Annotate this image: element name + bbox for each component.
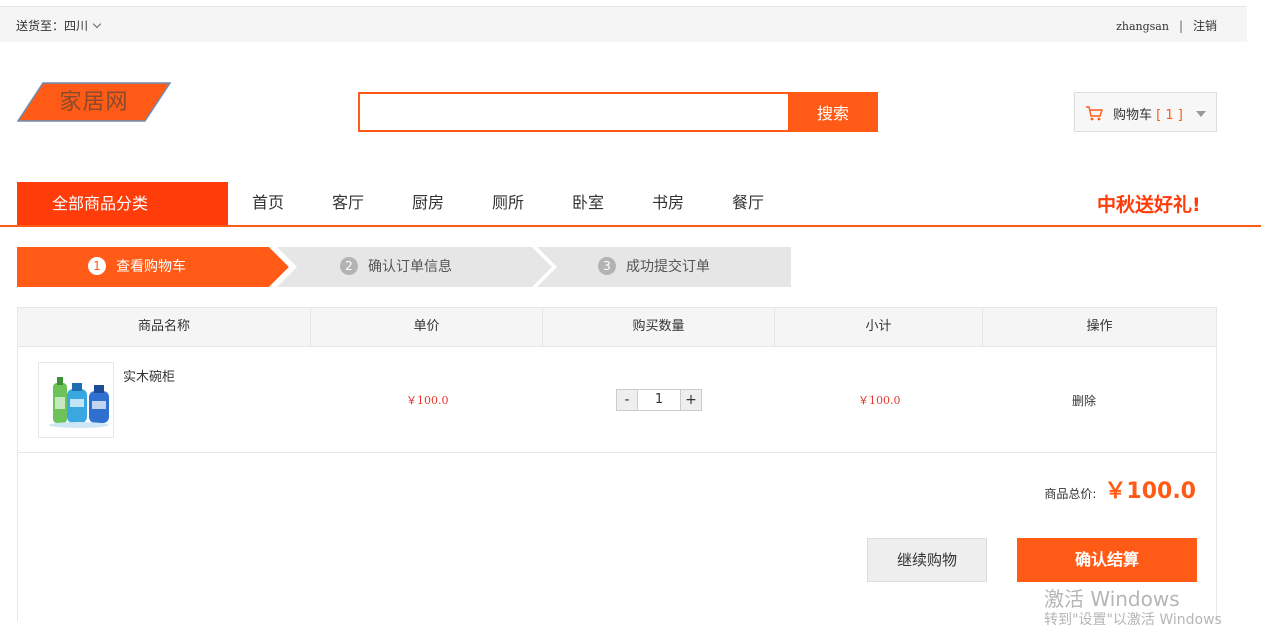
subtotal: ￥100.0 bbox=[858, 394, 901, 407]
column-header-subtotal: 小计 bbox=[775, 308, 983, 346]
column-header-quantity: 购买数量 bbox=[543, 308, 775, 346]
step-number: 2 bbox=[340, 257, 358, 275]
logo-text: 家居网 bbox=[59, 90, 129, 115]
separator: | bbox=[1178, 19, 1183, 33]
nav-divider bbox=[0, 225, 1261, 227]
username-link[interactable]: zhangsan bbox=[1116, 20, 1169, 33]
user-links: zhangsan | 注销 bbox=[1116, 17, 1217, 34]
checkout-button[interactable]: 确认结算 bbox=[1017, 538, 1197, 582]
nav-home[interactable]: 首页 bbox=[228, 182, 308, 226]
step-view-cart: 1 查看购物车 bbox=[17, 247, 289, 287]
nav-dining-room[interactable]: 餐厅 bbox=[708, 182, 788, 226]
column-header-name: 商品名称 bbox=[18, 308, 311, 346]
product-thumbnail[interactable] bbox=[38, 362, 114, 438]
continue-shopping-button[interactable]: 继续购物 bbox=[867, 538, 987, 582]
step-number: 1 bbox=[88, 257, 106, 275]
chevron-down-icon bbox=[92, 19, 102, 29]
cart-label: 购物车 bbox=[1113, 108, 1153, 123]
cart-count: [ 1 ] bbox=[1156, 108, 1183, 123]
top-bar: 送货至：四川 zhangsan | 注销 bbox=[0, 6, 1247, 42]
total-price: 商品总价: ￥100.0 bbox=[1044, 473, 1196, 505]
quantity-input[interactable]: 1 bbox=[638, 389, 680, 411]
step-number: 3 bbox=[598, 257, 616, 275]
search-bar: 搜索 bbox=[358, 92, 878, 132]
site-logo[interactable]: 家居网 bbox=[16, 82, 172, 122]
step-confirm-order: 2 确认订单信息 bbox=[279, 247, 545, 287]
main-nav: 首页 客厅 厨房 厕所 卧室 书房 餐厅 bbox=[228, 182, 788, 226]
promo-banner[interactable]: 中秋送好礼! bbox=[1097, 190, 1201, 217]
product-image bbox=[49, 377, 109, 428]
unit-price: ￥100.0 bbox=[406, 394, 449, 407]
increase-quantity-button[interactable]: + bbox=[680, 389, 702, 411]
windows-activation-watermark: 激活 Windows bbox=[1044, 587, 1180, 611]
nav-living-room[interactable]: 客厅 bbox=[308, 182, 388, 226]
step-label: 成功提交订单 bbox=[626, 259, 710, 275]
windows-activation-hint: 转到"设置"以激活 Windows bbox=[1044, 612, 1222, 628]
column-header-action: 操作 bbox=[1086, 319, 1113, 334]
cart-label-wrap: 购物车 [ 1 ] bbox=[1113, 104, 1183, 123]
logout-link[interactable]: 注销 bbox=[1193, 19, 1217, 33]
cart-table: 商品名称 单价 购买数量 小计 操作 实木碗柜 ￥100.0 - 1 + ￥10… bbox=[17, 307, 1217, 621]
ship-to-selector[interactable]: 送货至：四川 bbox=[16, 17, 102, 34]
all-categories-button[interactable]: 全部商品分类 bbox=[17, 182, 228, 226]
ship-to-label: 送货至：四川 bbox=[16, 19, 89, 33]
product-name[interactable]: 实木碗柜 bbox=[123, 366, 175, 385]
nav-bathroom[interactable]: 厕所 bbox=[468, 182, 548, 226]
cart-button[interactable]: 购物车 [ 1 ] bbox=[1074, 92, 1217, 132]
table-row: 实木碗柜 ￥100.0 - 1 + ￥100.0 删除 bbox=[18, 347, 1216, 453]
checkout-steps: 1 查看购物车 2 确认订单信息 3 成功提交订单 bbox=[17, 247, 817, 287]
caret-down-icon bbox=[1196, 111, 1206, 117]
search-input[interactable] bbox=[358, 92, 790, 132]
nav-bedroom[interactable]: 卧室 bbox=[548, 182, 628, 226]
decrease-quantity-button[interactable]: - bbox=[616, 389, 638, 411]
total-label: 商品总价: bbox=[1044, 487, 1097, 501]
step-label: 确认订单信息 bbox=[368, 259, 452, 275]
table-header: 商品名称 单价 购买数量 小计 操作 bbox=[18, 308, 1216, 347]
step-label: 查看购物车 bbox=[116, 259, 186, 275]
quantity-stepper: - 1 + bbox=[616, 389, 702, 411]
cart-icon bbox=[1086, 106, 1103, 121]
nav-kitchen[interactable]: 厨房 bbox=[388, 182, 468, 226]
total-value: ￥100.0 bbox=[1104, 479, 1196, 504]
search-button[interactable]: 搜索 bbox=[788, 92, 878, 132]
delete-link[interactable]: 删除 bbox=[1072, 392, 1096, 409]
column-header-price: 单价 bbox=[311, 308, 543, 346]
nav-study[interactable]: 书房 bbox=[628, 182, 708, 226]
step-submit-order: 3 成功提交订单 bbox=[537, 247, 808, 287]
